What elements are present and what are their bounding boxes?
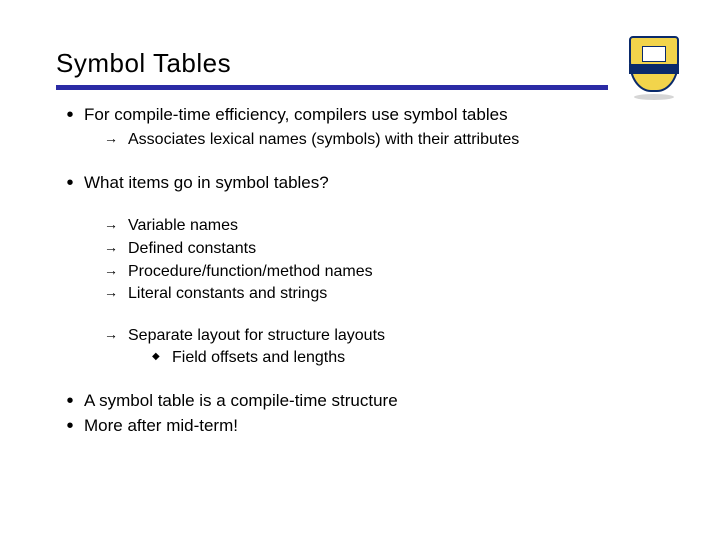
bullet-text: Variable names	[128, 215, 664, 237]
square-bullet-icon: ◆	[152, 347, 172, 369]
bullet-dot-icon: •	[56, 172, 84, 195]
bullet-l2: → Variable names	[104, 215, 664, 237]
bullet-text: What items go in symbol tables?	[84, 172, 664, 195]
bullet-text: A symbol table is a compile-time structu…	[84, 390, 664, 413]
bullet-dot-icon: •	[56, 415, 84, 438]
shield-icon	[629, 36, 679, 92]
bullet-text: Defined constants	[128, 238, 664, 260]
bullet-text: Procedure/function/method names	[128, 261, 664, 283]
bullet-text: For compile-time efficiency, compilers u…	[84, 104, 664, 127]
bullet-text: Field offsets and lengths	[172, 347, 664, 369]
bullet-dot-icon: •	[56, 390, 84, 413]
bullet-text: Associates lexical names (symbols) with …	[128, 129, 664, 151]
bullet-l1: • A symbol table is a compile-time struc…	[56, 390, 664, 413]
university-logo	[626, 36, 682, 100]
bullet-l2: → Associates lexical names (symbols) wit…	[104, 129, 664, 151]
arrow-icon: →	[104, 215, 128, 237]
bullet-l2: → Defined constants	[104, 238, 664, 260]
arrow-icon: →	[104, 238, 128, 260]
bullet-l1: • For compile-time efficiency, compilers…	[56, 104, 664, 127]
bullet-text: Separate layout for structure layouts	[128, 325, 664, 347]
slide-content: • For compile-time efficiency, compilers…	[56, 104, 664, 438]
title-rule	[56, 85, 608, 90]
slide: Symbol Tables • For compile-time efficie…	[0, 0, 720, 540]
bullet-dot-icon: •	[56, 104, 84, 127]
bullet-l2: → Procedure/function/method names	[104, 261, 664, 283]
bullet-l3: ◆ Field offsets and lengths	[152, 347, 664, 369]
slide-title: Symbol Tables	[56, 48, 664, 79]
bullet-l1: • More after mid-term!	[56, 415, 664, 438]
bullet-l1: • What items go in symbol tables?	[56, 172, 664, 195]
arrow-icon: →	[104, 325, 128, 347]
arrow-icon: →	[104, 261, 128, 283]
bullet-l2: → Literal constants and strings	[104, 283, 664, 305]
bullet-l2: → Separate layout for structure layouts	[104, 325, 664, 347]
arrow-icon: →	[104, 129, 128, 151]
bullet-text: Literal constants and strings	[128, 283, 664, 305]
arrow-icon: →	[104, 283, 128, 305]
bullet-text: More after mid-term!	[84, 415, 664, 438]
